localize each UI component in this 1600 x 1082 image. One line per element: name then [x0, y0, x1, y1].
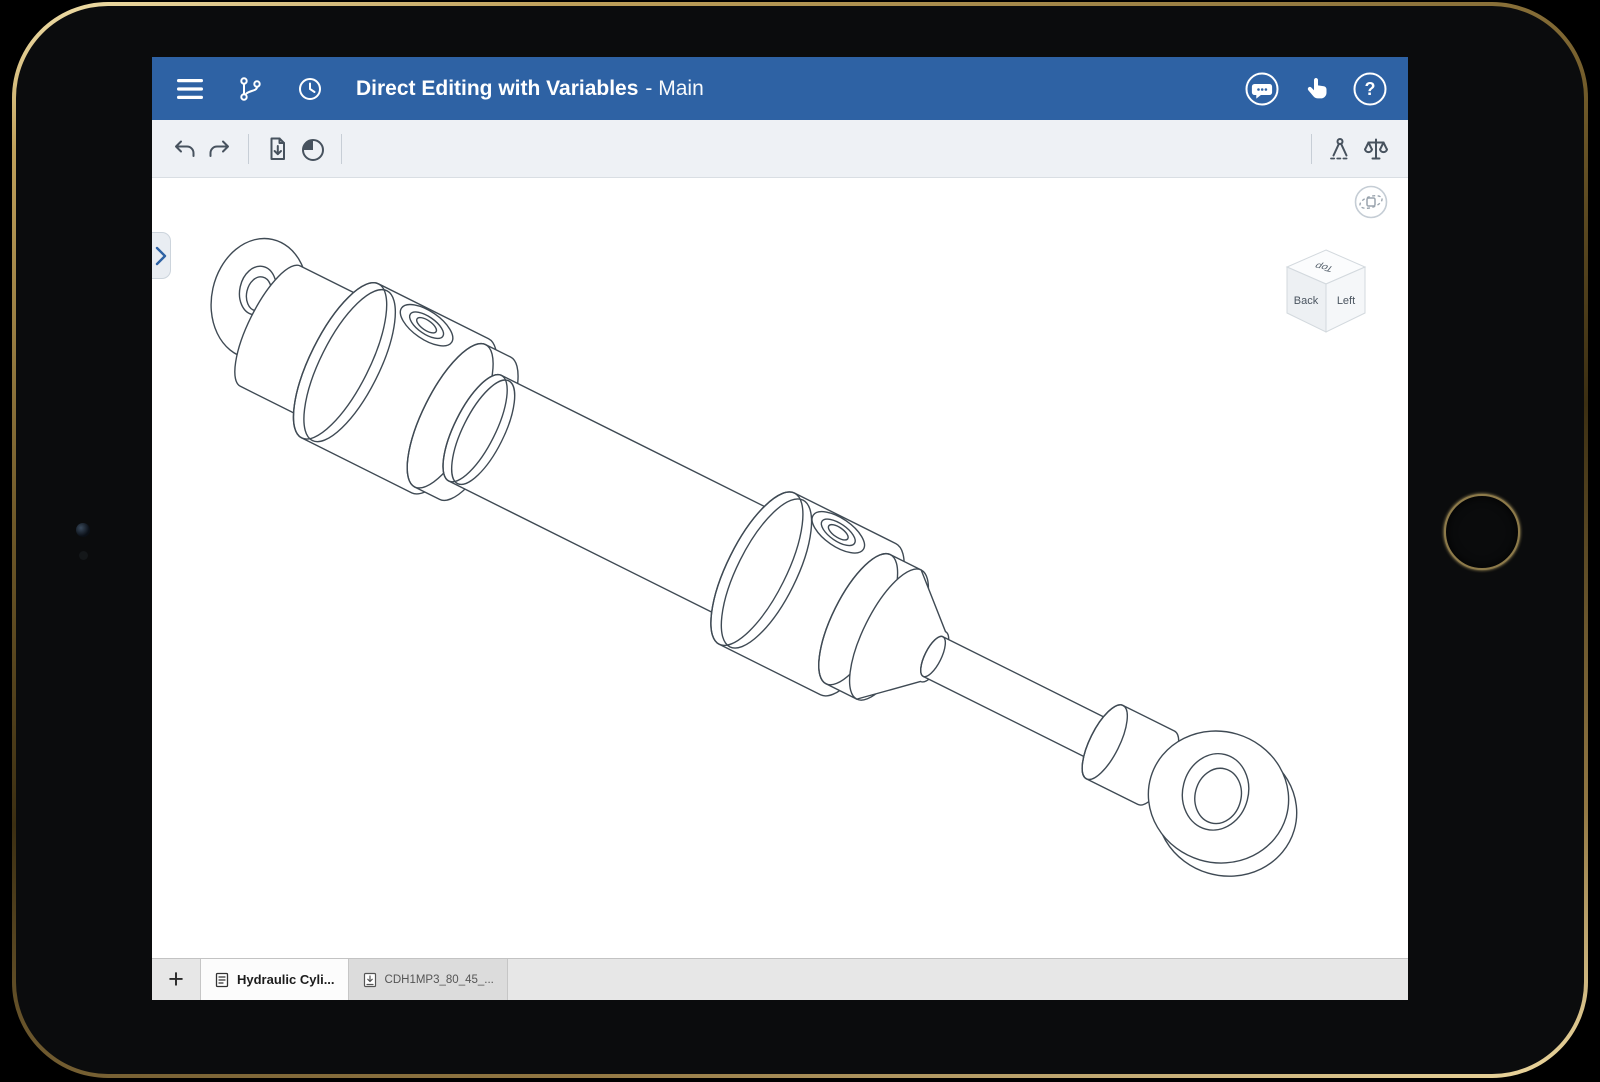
header-right-group: ?: [1244, 71, 1388, 107]
model-viewport[interactable]: Top Back Left: [152, 178, 1408, 958]
tablet-frame: Direct Editing with Variables - Main: [12, 2, 1588, 1078]
home-button[interactable]: [1444, 494, 1520, 570]
document-toolbar: [152, 120, 1408, 178]
document-title: Direct Editing with Variables: [356, 77, 638, 101]
versions-icon[interactable]: [232, 71, 268, 107]
app-header: Direct Editing with Variables - Main: [152, 57, 1408, 120]
tab-part-studio[interactable]: Hydraulic Cyli...: [200, 959, 349, 1000]
page-title: Direct Editing with Variables - Main: [356, 77, 704, 101]
tab-label: Hydraulic Cyli...: [237, 972, 335, 987]
svg-text:?: ?: [1365, 79, 1376, 99]
help-icon[interactable]: ?: [1352, 71, 1388, 107]
imported-file-icon: [362, 972, 378, 988]
viewcube-label-left: Left: [1337, 295, 1355, 307]
toolbar-separator: [341, 134, 342, 164]
viewcube-label-back: Back: [1294, 295, 1319, 307]
toolbar-right-group: [1301, 131, 1394, 167]
menu-icon[interactable]: [172, 71, 208, 107]
measure-icon[interactable]: [1322, 131, 1358, 167]
element-tabbar: + Hydraulic Cyli...: [152, 958, 1408, 1000]
toolbar-separator: [248, 134, 249, 164]
panel-expand-handle[interactable]: [152, 232, 171, 279]
comments-icon[interactable]: [1244, 71, 1280, 107]
redo-icon[interactable]: [202, 131, 238, 167]
app-screen: Direct Editing with Variables - Main: [152, 57, 1408, 1000]
tab-imported-file[interactable]: CDH1MP3_80_45_...: [349, 959, 508, 1000]
hydraulic-cylinder-drawing: [152, 178, 1408, 958]
front-camera: [76, 523, 90, 537]
tab-label: CDH1MP3_80_45_...: [385, 974, 494, 986]
compare-icon[interactable]: [1358, 131, 1394, 167]
chevron-right-icon: [152, 244, 170, 268]
export-icon[interactable]: [259, 131, 295, 167]
history-icon[interactable]: [292, 71, 328, 107]
orbit-icon[interactable]: [1350, 181, 1392, 228]
part-studio-icon: [214, 972, 230, 988]
view-cube[interactable]: Top Back Left: [1270, 238, 1382, 355]
usage-icon[interactable]: [295, 131, 331, 167]
workspace-name: - Main: [645, 77, 703, 101]
ambient-sensor: [79, 551, 88, 560]
add-tab-button[interactable]: +: [152, 959, 200, 1000]
toolbar-separator: [1311, 134, 1312, 164]
touch-mode-icon[interactable]: [1298, 71, 1334, 107]
undo-icon[interactable]: [166, 131, 202, 167]
